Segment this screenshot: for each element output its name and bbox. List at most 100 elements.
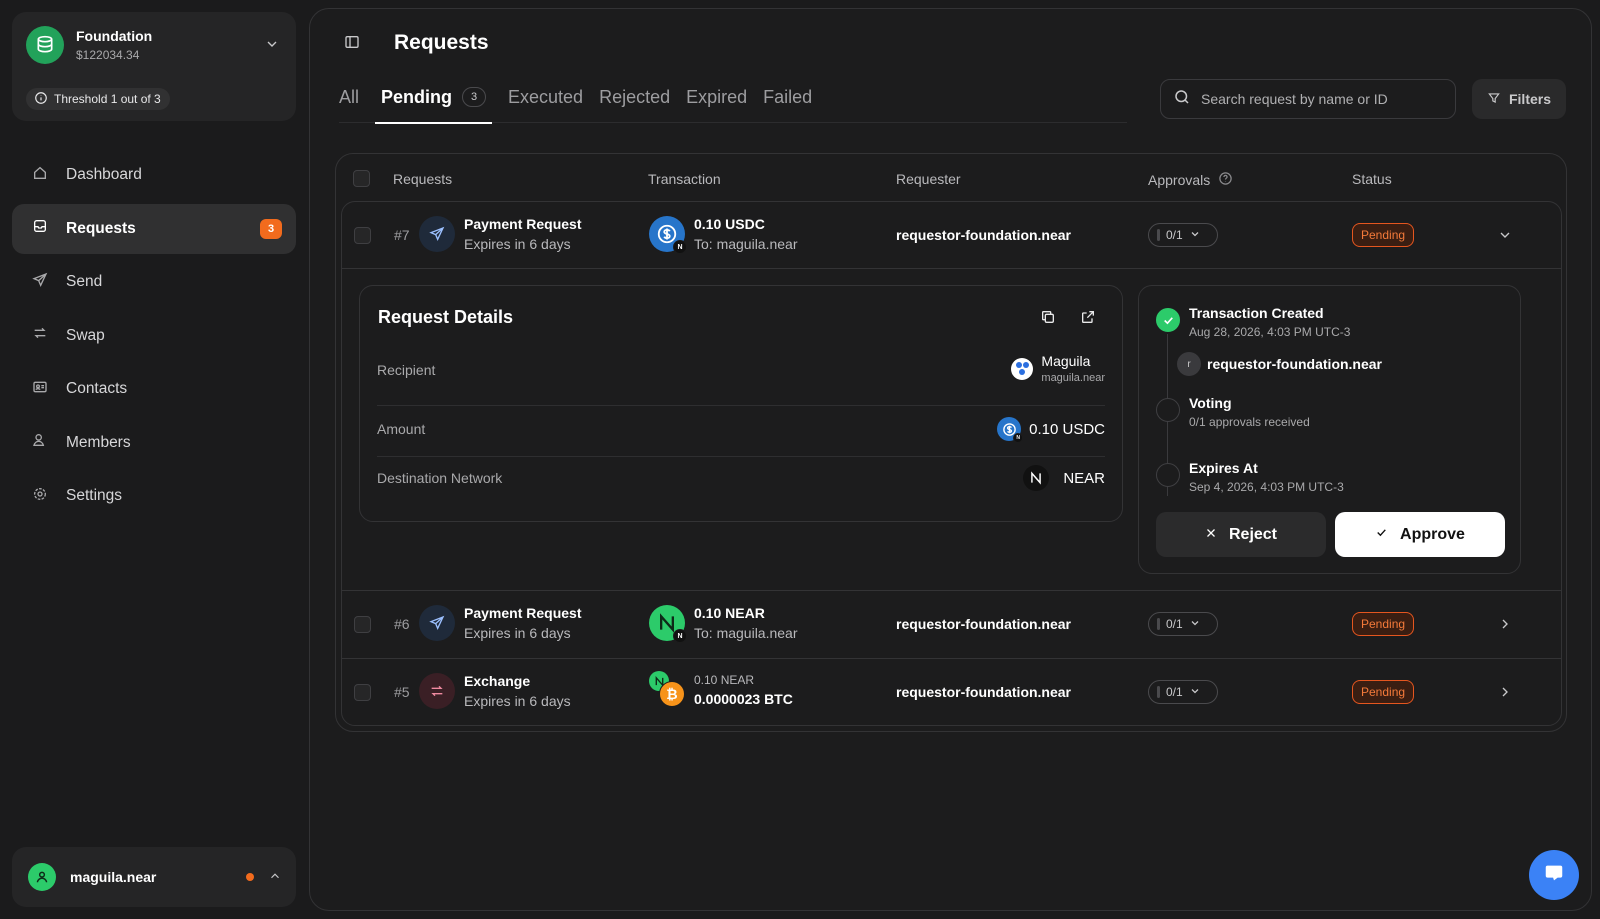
swap-to-amount: 0.0000023 BTC: [694, 691, 793, 707]
tab-pending[interactable]: Pending 3: [375, 79, 493, 124]
check-icon: [1156, 308, 1180, 332]
tab-label: Failed: [763, 86, 813, 107]
amount-text: 0.10 USDC: [1029, 420, 1105, 438]
send-icon: [32, 272, 48, 293]
table-header: Requests Transaction Requester Approvals…: [336, 154, 1566, 202]
help-icon[interactable]: [1218, 171, 1233, 189]
tab-expired[interactable]: Expired: [686, 79, 747, 123]
column-header-approvals: Approvals: [1148, 171, 1233, 189]
nav-item-label: Requests: [66, 219, 136, 237]
contact-card-icon: [32, 379, 48, 400]
chevron-down-icon: [1189, 617, 1201, 632]
tab-rejected[interactable]: Rejected: [599, 79, 670, 123]
request-expiry: Expires in 6 days: [464, 236, 571, 252]
user-icon: [28, 863, 56, 891]
select-all-checkbox[interactable]: [353, 170, 370, 187]
external-link-icon[interactable]: [1080, 309, 1096, 330]
main-nav: Dashboard Requests 3 Send Swap Contacts …: [12, 150, 296, 525]
account-balance: $122034.34: [76, 48, 140, 62]
chevron-down-icon[interactable]: [264, 36, 280, 57]
check-icon: [1375, 526, 1388, 544]
near-network-icon: N: [673, 240, 687, 254]
nav-item-requests[interactable]: Requests 3: [12, 203, 296, 254]
threshold-text: Threshold 1 out of 3: [54, 92, 161, 106]
info-icon: [34, 91, 48, 108]
nav-item-settings[interactable]: Settings: [12, 471, 296, 521]
threshold-badge: Threshold 1 out of 3: [26, 88, 170, 110]
user-menu[interactable]: maguila.near: [12, 847, 296, 907]
close-icon: [1205, 526, 1217, 544]
search-icon: [1173, 88, 1191, 111]
requests-table: Requests Transaction Requester Approvals…: [335, 153, 1567, 732]
nav-item-swap[interactable]: Swap: [12, 311, 296, 361]
approvals-dropdown[interactable]: 0/1: [1148, 223, 1218, 247]
search-box: [1160, 79, 1456, 119]
search-input[interactable]: [1201, 91, 1441, 107]
inbox-icon: [32, 218, 48, 239]
nav-item-send[interactable]: Send: [12, 257, 296, 307]
chevron-right-icon[interactable]: [1497, 684, 1513, 705]
swap-icon: [419, 673, 455, 709]
approve-button[interactable]: Approve: [1335, 512, 1505, 557]
filters-button[interactable]: Filters: [1472, 79, 1566, 119]
approvals-dropdown[interactable]: 0/1: [1148, 612, 1218, 636]
usdc-token-icon: N: [649, 216, 687, 254]
request-id: #6: [394, 616, 410, 632]
tab-label: All: [339, 86, 360, 107]
requester: requestor-foundation.near: [896, 684, 1072, 700]
chat-support-button[interactable]: [1529, 850, 1579, 900]
notification-dot: [246, 873, 254, 881]
recipient-avatar: [1011, 357, 1034, 380]
send-icon: [419, 605, 455, 641]
copy-icon[interactable]: [1040, 309, 1056, 330]
tab-all[interactable]: All: [339, 79, 359, 123]
chevron-down-icon[interactable]: [1497, 227, 1513, 248]
row-checkbox[interactable]: [354, 227, 371, 244]
timeline-voting-sub: 0/1 approvals received: [1189, 415, 1310, 429]
transaction-amount: 0.10 NEAR: [694, 605, 765, 621]
tab-label: Executed: [508, 86, 584, 107]
filters-label: Filters: [1508, 91, 1551, 107]
divider: [342, 268, 1561, 269]
chevron-down-icon: [1189, 685, 1201, 700]
nav-item-contacts[interactable]: Contacts: [12, 364, 296, 414]
usdc-token-icon: N: [997, 417, 1024, 443]
nav-item-dashboard[interactable]: Dashboard: [12, 150, 296, 200]
chevron-up-icon[interactable]: [268, 869, 282, 888]
approvals-dropdown[interactable]: 0/1: [1148, 680, 1218, 704]
approval-timeline: Transaction Created Aug 28, 2026, 4:03 P…: [1138, 285, 1521, 574]
tab-failed[interactable]: Failed: [763, 79, 812, 123]
transaction-recipient: To: maguila.near: [694, 236, 798, 252]
tab-executed[interactable]: Executed: [508, 79, 583, 123]
near-network-icon: N: [673, 629, 687, 643]
approvals-progress-bar: [1157, 229, 1160, 241]
nav-item-label: Settings: [66, 487, 123, 504]
timeline-created-title: Transaction Created: [1189, 305, 1324, 321]
timeline-creator: requestor-foundation.near: [1207, 356, 1383, 372]
row-checkbox[interactable]: [354, 616, 371, 633]
request-type: Payment Request Expires in 6 days: [464, 605, 581, 641]
table-row[interactable]: #7 Payment Request Expires in 6 days N 0…: [342, 202, 1561, 269]
transaction-recipient: To: maguila.near: [694, 625, 798, 641]
near-network-icon: N: [1013, 433, 1024, 443]
table-row[interactable]: #6 Payment Request Expires in 6 days N 0…: [342, 591, 1561, 658]
account-switcher[interactable]: Foundation $122034.34 Threshold 1 out of…: [12, 12, 296, 121]
requester: requestor-foundation.near: [896, 616, 1072, 632]
account-name: Foundation: [76, 28, 153, 44]
database-icon: [26, 26, 64, 64]
chevron-right-icon[interactable]: [1497, 616, 1513, 637]
table-row[interactable]: #5 Exchange Expires in 6 days ₿ 0.10 NEA…: [342, 659, 1561, 725]
nav-item-members[interactable]: Members: [12, 418, 296, 468]
sidebar: Foundation $122034.34 Threshold 1 out of…: [12, 12, 296, 907]
detail-label: Recipient: [377, 362, 436, 378]
row-checkbox[interactable]: [354, 684, 371, 701]
sidebar-toggle-icon[interactable]: [344, 34, 360, 55]
send-icon: [419, 216, 455, 252]
approvals-progress-bar: [1157, 618, 1160, 630]
detail-label: Amount: [377, 421, 426, 437]
request-expiry: Expires in 6 days: [464, 693, 571, 709]
recipient-value: Maguila maguila.near: [1011, 353, 1105, 384]
reject-button[interactable]: Reject: [1156, 512, 1326, 557]
approvals-progress-bar: [1157, 686, 1160, 698]
request-details-card: Request Details Recipient Maguila maguil…: [359, 285, 1123, 522]
